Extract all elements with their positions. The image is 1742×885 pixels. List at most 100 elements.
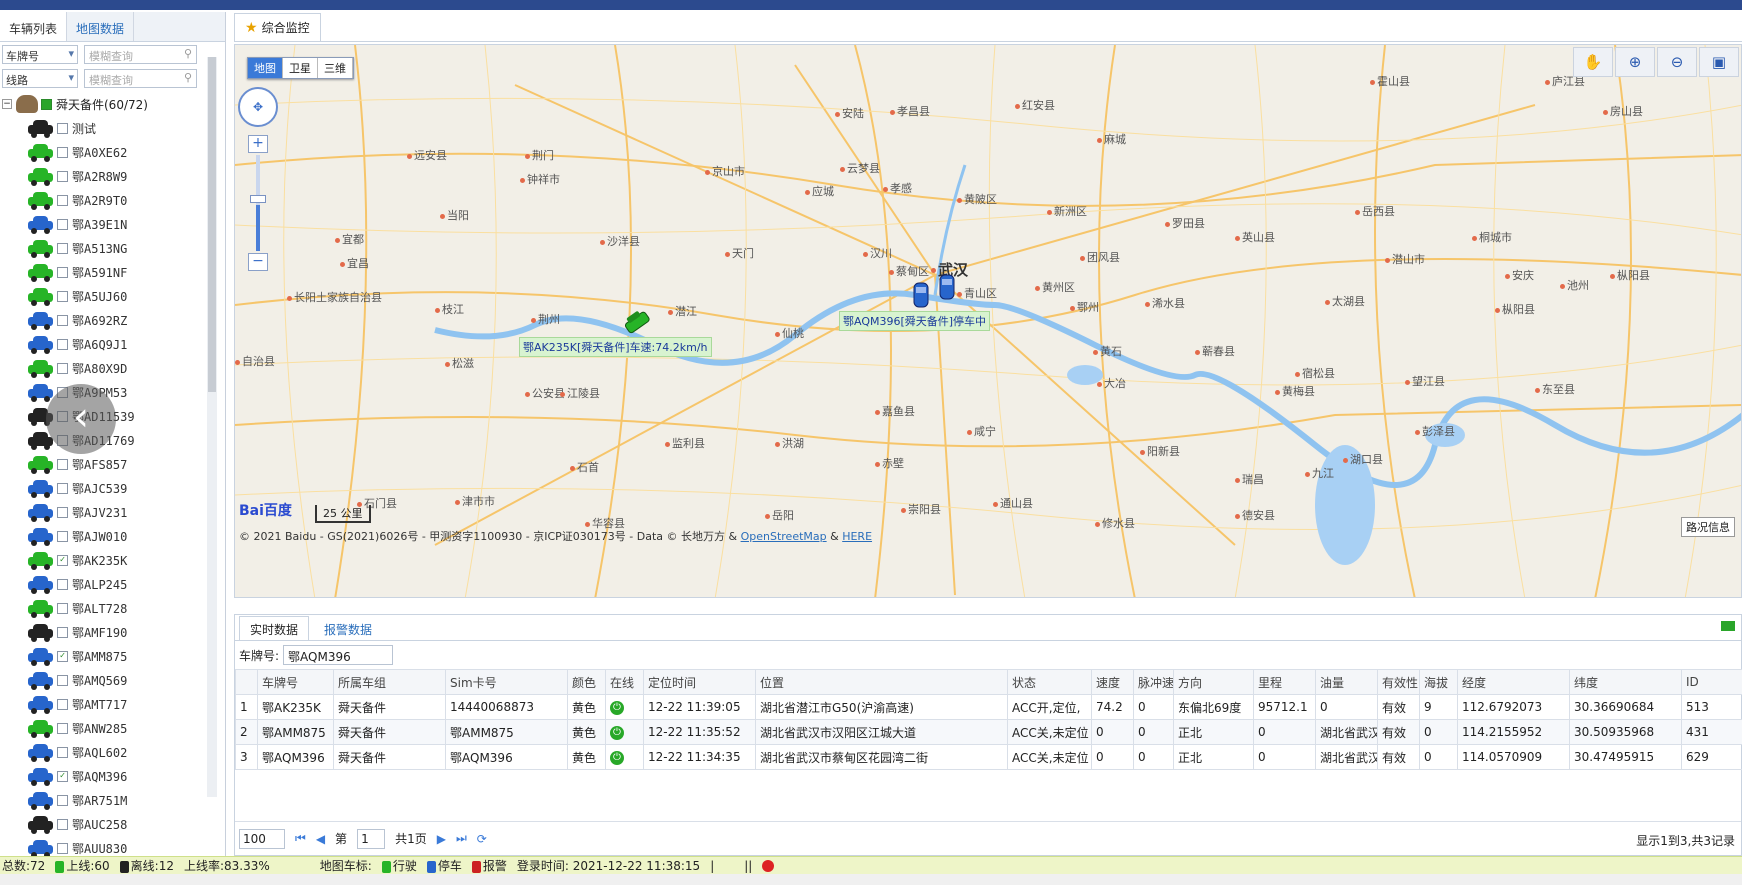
vehicle-checkbox[interactable]: [57, 698, 68, 710]
vehicle-list-item[interactable]: 鄂AUU830: [0, 836, 225, 856]
column-header[interactable]: 有效性: [1377, 669, 1420, 695]
save-icon[interactable]: ▣: [1699, 47, 1739, 77]
vehicle-list-item[interactable]: 鄂ALT728: [0, 596, 225, 620]
tab-monitoring[interactable]: ★ 综合监控: [234, 13, 321, 41]
vehicle-list-item[interactable]: 鄂A80X9D: [0, 356, 225, 380]
route-filter-select[interactable]: 线路: [2, 68, 78, 88]
vehicle-list-item[interactable]: 鄂A2R8W9: [0, 164, 225, 188]
table-row[interactable]: 1 鄂AK235K 舜天备件 14440068873 黄色 ⏻ 12-22 11:39:05…: [235, 694, 1742, 720]
vehicle-list-item[interactable]: 测试: [0, 116, 225, 140]
panel-toggle-icon[interactable]: [1721, 621, 1735, 631]
road-info-button[interactable]: 路况信息: [1681, 517, 1735, 537]
table-row[interactable]: 3 鄂AQM396 舜天备件 鄂AQM396 黄色 ⏻ 12-22 11:34:35 湖北省武…: [235, 744, 1742, 770]
vehicle-list-item[interactable]: 鄂A6Q9J1: [0, 332, 225, 356]
vehicle-checkbox[interactable]: [57, 602, 68, 614]
vehicle-list-item[interactable]: 鄂A2R9T0: [0, 188, 225, 212]
back-arrow-icon[interactable]: ‹: [46, 384, 116, 454]
column-header[interactable]: 状态: [1007, 669, 1092, 695]
zoom-in-icon[interactable]: +: [248, 135, 268, 153]
map-vehicle-label-green[interactable]: 鄂AK235K[舜天备件]车速:74.2km/h: [519, 337, 712, 357]
scrollbar-thumb[interactable]: [208, 57, 216, 392]
first-page-icon[interactable]: ⏮: [295, 831, 306, 846]
vehicle-list-item[interactable]: 鄂AK235K: [0, 548, 225, 572]
here-link[interactable]: HERE: [842, 530, 872, 543]
vehicle-checkbox[interactable]: [57, 242, 68, 254]
map-view[interactable]: 安陆 孝昌县 红安县 麻城 京山市 云梦县 应城 孝感 黄陂区 新洲区 罗田县 英山县 岳西县 霍山县 远安…: [234, 44, 1742, 598]
column-header[interactable]: 纬度: [1569, 669, 1682, 695]
column-header[interactable]: ID: [1681, 669, 1742, 695]
column-header[interactable]: 颜色: [567, 669, 606, 695]
vehicle-checkbox[interactable]: [57, 674, 68, 686]
vehicle-checkbox[interactable]: [57, 122, 68, 134]
page-input[interactable]: 1: [357, 828, 386, 849]
zoom-out-tool-icon[interactable]: ⊖: [1657, 47, 1697, 77]
vehicle-checkbox[interactable]: [57, 746, 68, 758]
vehicle-list-item[interactable]: 鄂ANW285: [0, 716, 225, 740]
column-header[interactable]: 油量: [1315, 669, 1378, 695]
column-header[interactable]: 车牌号: [257, 669, 334, 695]
tab-alarm[interactable]: 报警数据: [313, 616, 383, 640]
next-page-icon[interactable]: ▶: [437, 832, 446, 846]
vehicle-checkbox[interactable]: [57, 818, 68, 830]
refresh-icon[interactable]: ⟳: [477, 832, 487, 846]
vehicle-list-item[interactable]: 鄂AMT717: [0, 692, 225, 716]
plate-filter-select[interactable]: 车牌号: [2, 44, 78, 64]
collapse-icon[interactable]: −: [2, 99, 12, 109]
vehicle-checkbox[interactable]: [57, 482, 68, 494]
column-header[interactable]: 海拔: [1419, 669, 1458, 695]
vehicle-checkbox[interactable]: [57, 626, 68, 638]
vehicle-list-item[interactable]: 鄂AQM396: [0, 764, 225, 788]
map-type-map[interactable]: 地图: [248, 58, 283, 78]
column-header[interactable]: 定位时间: [643, 669, 756, 695]
tab-vehicle-list[interactable]: 车辆列表: [0, 12, 68, 41]
vehicle-list-item[interactable]: 鄂AMF190: [0, 620, 225, 644]
vehicle-checkbox[interactable]: [57, 722, 68, 734]
root-checkbox[interactable]: [41, 98, 52, 110]
vehicle-checkbox[interactable]: [57, 338, 68, 350]
vehicle-checkbox[interactable]: [57, 530, 68, 542]
column-header[interactable]: 经度: [1457, 669, 1570, 695]
tab-map-data[interactable]: 地图数据: [67, 12, 135, 41]
map-vehicle-label-blue[interactable]: 鄂AQM396[舜天备件]停车中: [839, 311, 991, 331]
tab-realtime[interactable]: 实时数据: [239, 616, 310, 640]
column-header[interactable]: 在线: [605, 669, 644, 695]
prev-page-icon[interactable]: ◀: [316, 832, 325, 846]
vehicle-checkbox[interactable]: [57, 266, 68, 278]
map-type-3d[interactable]: 三维: [318, 58, 353, 78]
vehicle-list-item[interactable]: 鄂AUC258: [0, 812, 225, 836]
column-header[interactable]: 所属车组: [333, 669, 446, 695]
vehicle-list-item[interactable]: 鄂AJV231: [0, 500, 225, 524]
vehicle-list-item[interactable]: 鄂A513NG: [0, 236, 225, 260]
alarm-sound-icon[interactable]: [762, 859, 775, 872]
vehicle-list-item[interactable]: 鄂A591NF: [0, 260, 225, 284]
vehicle-list-item[interactable]: 鄂AMM875: [0, 644, 225, 668]
vehicle-list-item[interactable]: 鄂A39E1N: [0, 212, 225, 236]
vehicle-checkbox[interactable]: [57, 194, 68, 206]
vehicle-checkbox[interactable]: [57, 458, 68, 470]
last-page-icon[interactable]: ⏭: [456, 831, 467, 846]
vehicle-checkbox[interactable]: [57, 650, 68, 662]
page-size-select[interactable]: 100: [239, 828, 285, 849]
vehicle-list-item[interactable]: 鄂ALP245: [0, 572, 225, 596]
column-header[interactable]: 位置: [755, 669, 1008, 695]
vehicle-list-item[interactable]: 鄂AR751M: [0, 788, 225, 812]
vehicle-checkbox[interactable]: [57, 218, 68, 230]
vehicle-checkbox[interactable]: [57, 146, 68, 158]
vehicle-checkbox[interactable]: [57, 506, 68, 518]
vehicle-list-item[interactable]: 鄂AFS857: [0, 452, 225, 476]
hand-icon[interactable]: ✋: [1573, 47, 1613, 77]
vehicle-checkbox[interactable]: [57, 770, 68, 782]
zoom-slider-handle[interactable]: [250, 195, 266, 203]
vehicle-list-item[interactable]: 鄂A0XE62: [0, 140, 225, 164]
osm-link[interactable]: OpenStreetMap: [741, 530, 827, 543]
vehicle-checkbox[interactable]: [57, 578, 68, 590]
vehicle-checkbox[interactable]: [57, 314, 68, 326]
zoom-out-icon[interactable]: −: [248, 253, 268, 271]
vehicle-checkbox[interactable]: [57, 362, 68, 374]
vehicle-checkbox[interactable]: [57, 170, 68, 182]
map-type-satellite[interactable]: 卫星: [283, 58, 318, 78]
vehicle-list-scrollbar[interactable]: [207, 57, 217, 797]
vehicle-list-item[interactable]: 鄂AMQ569: [0, 668, 225, 692]
vehicle-list-item[interactable]: 鄂A692RZ: [0, 308, 225, 332]
column-header[interactable]: 速度: [1091, 669, 1134, 695]
